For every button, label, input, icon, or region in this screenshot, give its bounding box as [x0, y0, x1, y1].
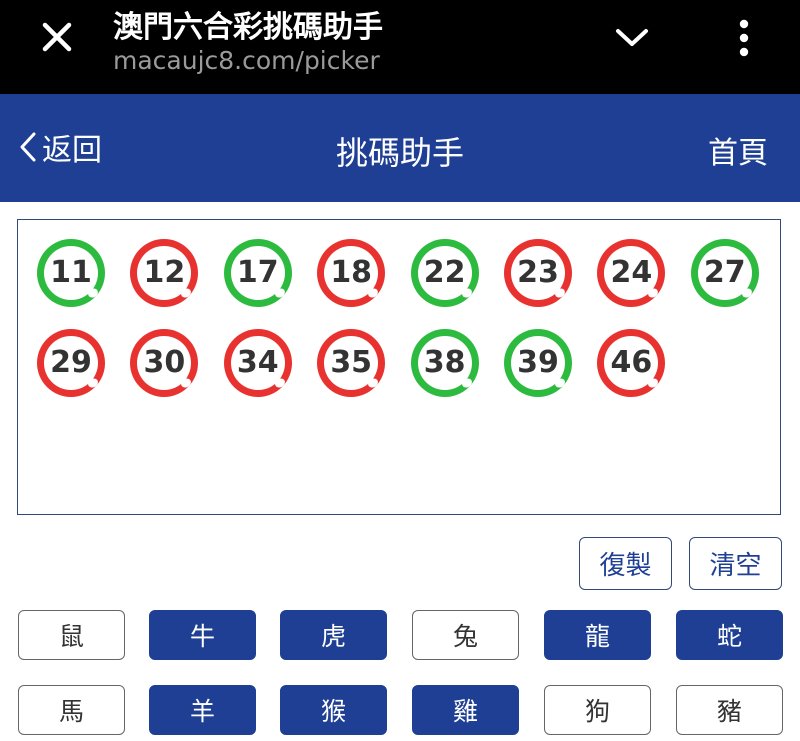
- chevron-down-icon: [616, 29, 648, 46]
- ball-number: 18: [330, 255, 373, 290]
- zodiac-button[interactable]: 猴: [280, 685, 387, 735]
- number-ball[interactable]: 38: [410, 328, 480, 398]
- number-ball[interactable]: 23: [503, 238, 573, 308]
- ball-number: 46: [610, 345, 653, 380]
- zodiac-button[interactable]: 鼠: [18, 610, 125, 660]
- number-ball[interactable]: 12: [129, 238, 199, 308]
- close-icon: [42, 22, 72, 52]
- dropdown-button[interactable]: [608, 18, 656, 58]
- zodiac-button[interactable]: 雞: [412, 685, 519, 735]
- ball-number: 34: [236, 345, 279, 380]
- zodiac-button[interactable]: 兔: [412, 610, 519, 660]
- ball-number: 23: [517, 255, 559, 290]
- number-ball[interactable]: 22: [410, 238, 480, 308]
- more-menu-button[interactable]: [724, 14, 764, 62]
- number-ball[interactable]: 18: [316, 238, 386, 308]
- zodiac-button[interactable]: 馬: [18, 685, 125, 735]
- number-ball[interactable]: 34: [223, 328, 293, 398]
- page-title: 挑碼助手: [335, 134, 464, 172]
- url-text[interactable]: macaujc8.com/picker: [113, 46, 380, 75]
- number-ball[interactable]: 17: [223, 238, 293, 308]
- ball-number: 35: [330, 345, 373, 380]
- ball-number: 29: [50, 345, 92, 380]
- zodiac-button[interactable]: 蛇: [676, 610, 783, 660]
- number-ball[interactable]: 29: [36, 328, 106, 398]
- zodiac-button[interactable]: 牛: [149, 610, 256, 660]
- browser-bar: 澳門六合彩挑碼助手 macaujc8.com/picker: [0, 0, 800, 94]
- ball-number: 22: [423, 255, 466, 290]
- number-ball[interactable]: 35: [316, 328, 386, 398]
- close-button[interactable]: [34, 14, 80, 60]
- ball-number: 12: [143, 255, 186, 290]
- ball-number: 24: [610, 255, 653, 290]
- ball-number: 30: [143, 345, 186, 380]
- ball-number: 17: [236, 255, 279, 290]
- number-ball[interactable]: 39: [503, 328, 573, 398]
- zodiac-button[interactable]: 龍: [544, 610, 651, 660]
- page-title-browser: 澳門六合彩挑碼助手: [113, 10, 383, 45]
- number-ball[interactable]: 30: [129, 328, 199, 398]
- number-ball[interactable]: 27: [690, 238, 760, 308]
- ball-number: 11: [50, 255, 92, 290]
- ball-number: 39: [517, 345, 559, 380]
- zodiac-button[interactable]: 虎: [280, 610, 387, 660]
- ball-number: 38: [423, 345, 466, 380]
- number-ball[interactable]: 24: [596, 238, 666, 308]
- home-button[interactable]: 首頁: [708, 128, 768, 172]
- ball-number: 27: [703, 255, 746, 290]
- zodiac-button[interactable]: 豬: [676, 685, 783, 735]
- zodiac-button[interactable]: 羊: [149, 685, 256, 735]
- more-vertical-icon: [739, 19, 749, 57]
- selected-numbers-panel: 11 12 17 18 22 23 24 27 29 30 34 35 38 39 46: [17, 219, 781, 515]
- zodiac-button[interactable]: 狗: [544, 685, 651, 735]
- number-ball[interactable]: 46: [596, 328, 666, 398]
- app-header: 返回 挑碼助手 首頁: [0, 94, 800, 202]
- copy-button[interactable]: 復製: [579, 537, 672, 590]
- number-ball[interactable]: 11: [36, 238, 106, 308]
- clear-button[interactable]: 清空: [689, 537, 782, 590]
